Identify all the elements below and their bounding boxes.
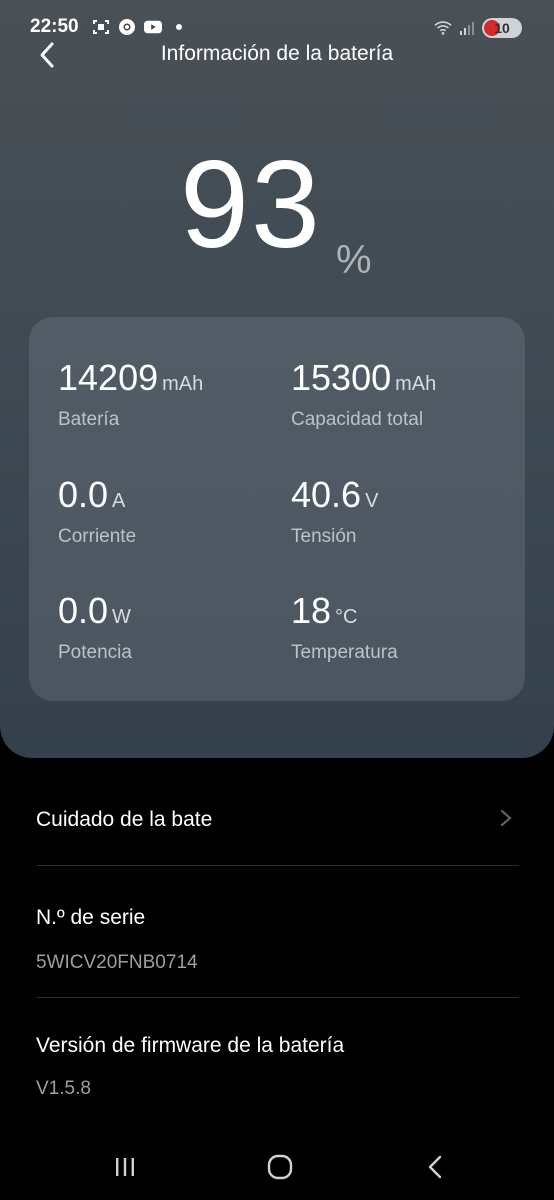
- home-icon: [267, 1154, 293, 1180]
- system-status-icons: 10: [434, 18, 522, 38]
- nav-back-button[interactable]: [415, 1150, 455, 1184]
- signal-icon: [458, 19, 476, 37]
- stat-value: 0.0: [58, 590, 109, 631]
- stat-value: 40.6: [291, 474, 362, 515]
- stat-label: Tensión: [291, 526, 357, 547]
- back-icon: [428, 1155, 442, 1179]
- stat-value: 0.0: [58, 474, 109, 515]
- stat-label: Corriente: [58, 526, 137, 547]
- stat-voltage: 40.6 V Tensión: [291, 474, 511, 548]
- screen: 22:50 10 Información de la batería 93 % …: [0, 0, 554, 1200]
- stat-label: Batería: [58, 409, 120, 430]
- youtube-icon: [144, 18, 162, 36]
- stat-label: Temperatura: [291, 642, 398, 663]
- dot-icon: [170, 18, 188, 36]
- stat-battery: 14209 mAh Batería: [58, 357, 278, 431]
- percent-sign: %: [336, 238, 372, 282]
- stat-unit: W: [112, 606, 131, 628]
- chevron-right-icon: [500, 809, 512, 827]
- recents-button[interactable]: [105, 1150, 145, 1184]
- page-title: Información de la batería: [160, 42, 394, 65]
- battery-percentage: 93 %: [0, 130, 554, 290]
- stat-value: 18: [291, 590, 332, 631]
- battery-details-list: Cuidado de la bate N.º de serie 5WICV20F…: [36, 760, 519, 1128]
- recents-icon: [116, 1158, 134, 1176]
- chrome-icon: [118, 18, 136, 36]
- serial-number-value: 5WICV20FNB0714: [36, 952, 198, 973]
- serial-number-title: N.º de serie: [36, 906, 146, 929]
- battery-care-title: Cuidado de la bate: [36, 808, 213, 831]
- stat-label: Potencia: [58, 642, 132, 663]
- battery-stats-card: 14209 mAh Batería 15300 mAh Capacidad tota…: [29, 317, 525, 701]
- notification-icons: [92, 18, 188, 36]
- stat-temperature: 18 °C Temperatura: [291, 590, 511, 664]
- firmware-version-title: Versión de firmware de la batería: [36, 1034, 345, 1057]
- stat-current: 0.0 A Corriente: [58, 474, 278, 548]
- stat-value: 15300: [291, 357, 392, 398]
- list-item-battery-care[interactable]: Cuidado de la bate: [36, 760, 519, 866]
- stat-unit: V: [365, 490, 379, 512]
- battery-level-text: 10: [494, 20, 510, 36]
- stat-unit: mAh: [395, 373, 437, 395]
- list-item-serial-number: N.º de serie 5WICV20FNB0714: [36, 866, 519, 998]
- stat-unit: °C: [335, 606, 358, 628]
- stat-total-capacity: 15300 mAh Capacidad total: [291, 357, 511, 431]
- status-time: 22:50: [30, 16, 79, 37]
- battery-hero-panel: 22:50 10 Información de la batería 93 % …: [0, 0, 554, 758]
- battery-saver-icon: 10: [482, 18, 522, 38]
- app-header: Información de la batería: [0, 36, 554, 76]
- stat-label: Capacidad total: [291, 409, 424, 430]
- list-item-firmware-version: Versión de firmware de la batería V1.5.8: [36, 998, 519, 1128]
- stat-unit: A: [112, 490, 126, 512]
- firmware-version-value: V1.5.8: [36, 1078, 91, 1099]
- home-button[interactable]: [260, 1150, 300, 1184]
- wifi-icon: [434, 19, 452, 37]
- screenshot-icon: [92, 18, 110, 36]
- stat-unit: mAh: [162, 373, 204, 395]
- stat-power: 0.0 W Potencia: [58, 590, 278, 664]
- system-navigation-bar: [0, 1140, 554, 1200]
- battery-percent-value: 93: [180, 136, 322, 274]
- stat-value: 14209: [58, 357, 159, 398]
